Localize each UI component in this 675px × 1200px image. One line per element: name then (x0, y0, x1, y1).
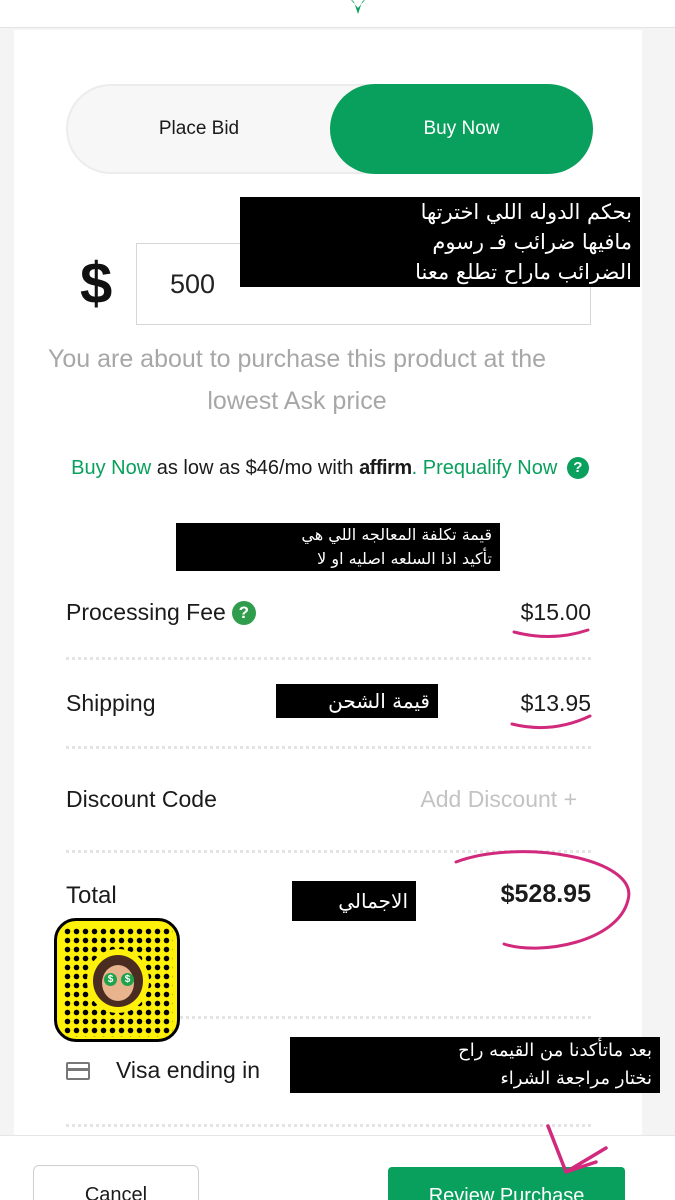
shipping-underline (510, 714, 592, 730)
processing-underline (512, 628, 590, 639)
snapcode-icon: $ $ (54, 918, 180, 1042)
dollar-eye-icon: $ (104, 973, 117, 986)
arrow-icon (546, 1124, 608, 1174)
dollar-eye-icon: $ (121, 973, 134, 986)
total-circle (454, 850, 631, 950)
